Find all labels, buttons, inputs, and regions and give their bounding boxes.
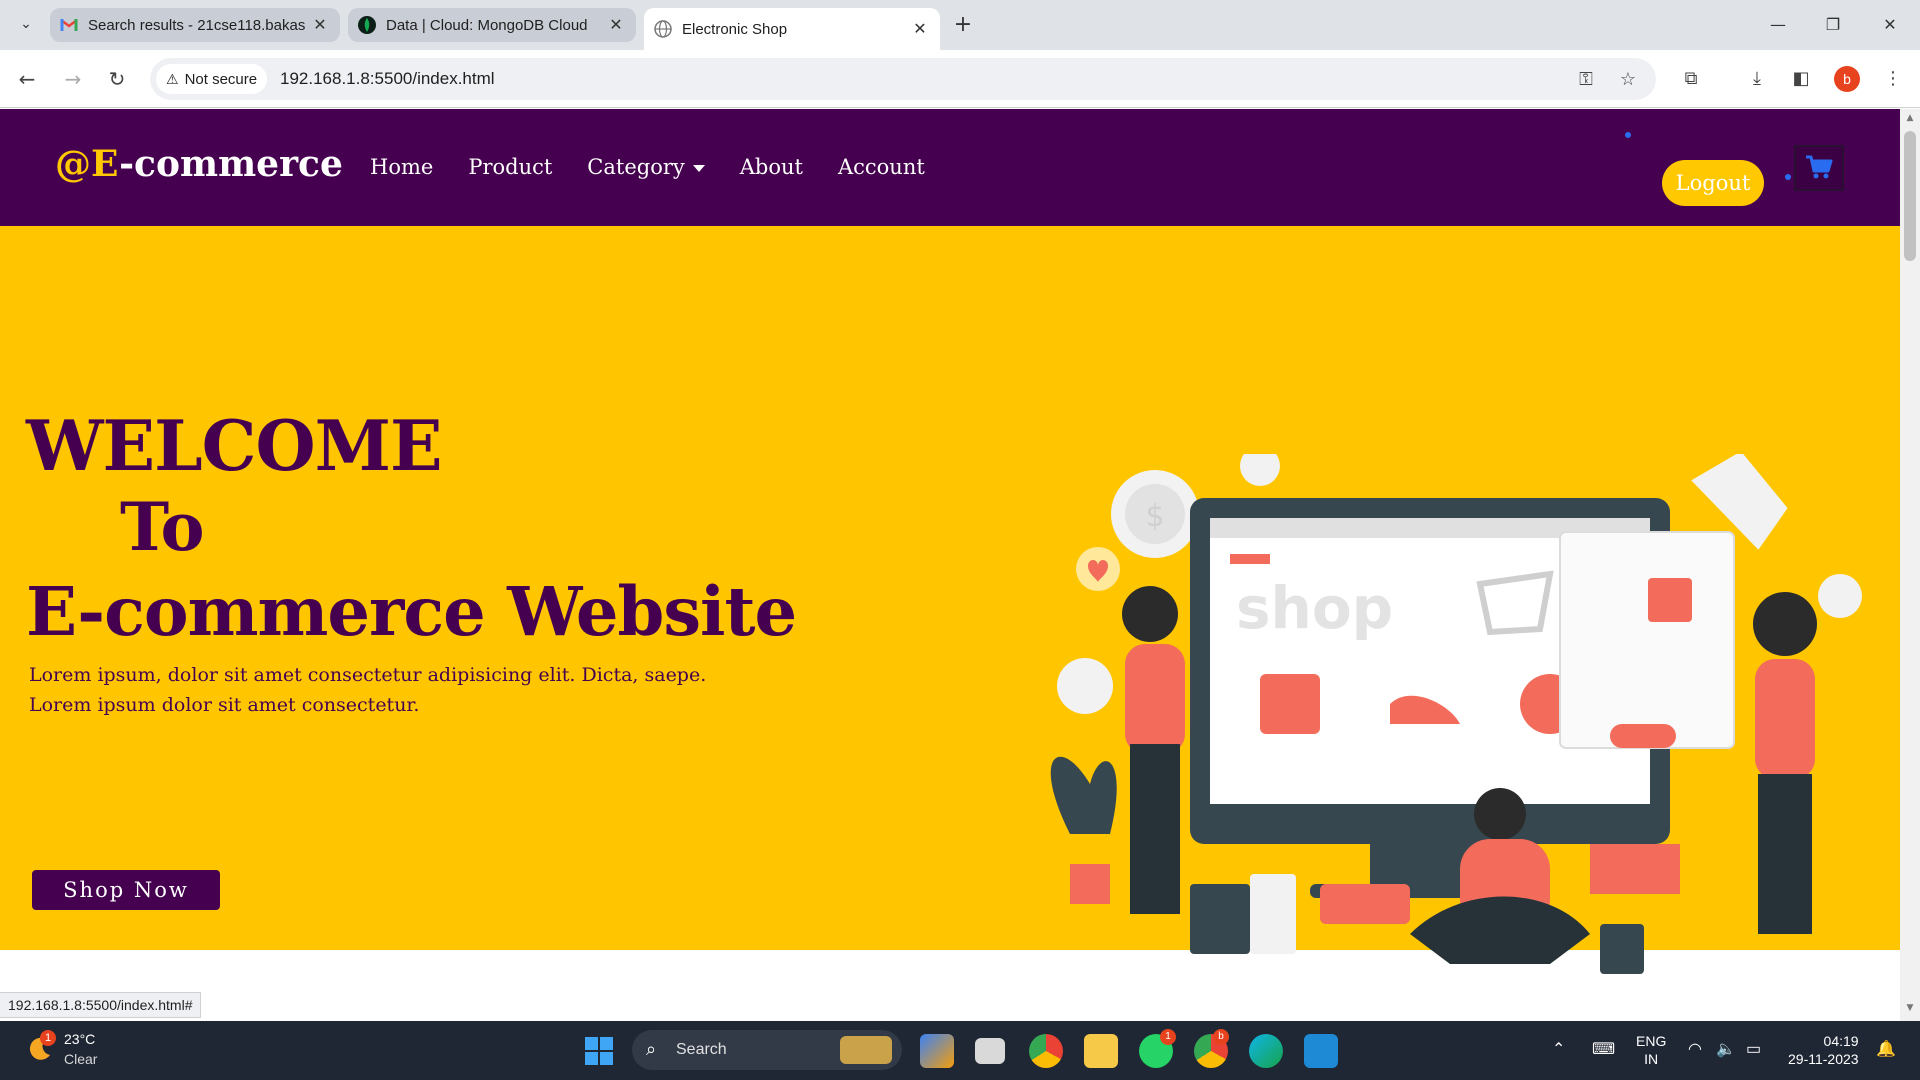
browser-toolbar: ← → ↻ ⚠ Not secure 192.168.1.8:5500/inde…	[0, 50, 1920, 108]
windows-start-icon[interactable]	[585, 1037, 613, 1065]
close-tab-icon[interactable]: ✕	[606, 15, 626, 35]
nav-about[interactable]: About	[740, 155, 803, 179]
security-label: Not secure	[184, 70, 258, 88]
download-icon[interactable]: ⤓	[1742, 64, 1772, 94]
mongodb-icon	[358, 16, 376, 34]
hero-text-line: Lorem ipsum, dolor sit amet consectetur …	[29, 664, 707, 686]
tab-gmail[interactable]: Search results - 21cse118.bakas ✕	[50, 8, 340, 42]
chrome-profile-badge: b	[1213, 1029, 1229, 1045]
scroll-thumb[interactable]	[1904, 131, 1916, 261]
search-highlight-icon	[840, 1036, 892, 1064]
profile-avatar[interactable]: b	[1834, 66, 1860, 92]
volume-icon[interactable]: 🔈	[1716, 1039, 1736, 1059]
reload-icon[interactable]: ↻	[102, 64, 132, 94]
temperature: 23°C	[64, 1031, 96, 1047]
office-app-icon[interactable]	[920, 1034, 954, 1068]
address-bar[interactable]: ⚠ Not secure 192.168.1.8:5500/index.html…	[150, 58, 1656, 100]
nav-category[interactable]: Category	[587, 155, 705, 179]
restore-icon[interactable]: ❐	[1813, 10, 1853, 40]
hero-section: WELCOME To E-commerce Website Lorem ipsu…	[0, 226, 1900, 974]
file-explorer-icon[interactable]	[1084, 1034, 1118, 1068]
keyboard-icon[interactable]: ⌨	[1592, 1039, 1615, 1059]
windows-taskbar: 1 23°C Clear ⌕ Search 1 b ⌃ ⌨ ENG IN ◠ 🔈…	[0, 1021, 1920, 1080]
globe-icon	[654, 20, 672, 38]
hero-heading-to: To	[120, 488, 205, 566]
scroll-up-icon[interactable]: ▲	[1904, 113, 1916, 125]
nav-account[interactable]: Account	[838, 155, 925, 179]
notification-bell-icon[interactable]: 🔔	[1876, 1039, 1896, 1059]
system-clock[interactable]: 04:19 29-11-2023	[1788, 1032, 1859, 1068]
task-view-icon[interactable]	[975, 1038, 1005, 1064]
scroll-down-icon[interactable]: ▼	[1904, 1003, 1916, 1015]
whatsapp-badge: 1	[1160, 1029, 1176, 1045]
bookmark-star-icon[interactable]: ☆	[1616, 68, 1640, 92]
taskbar-search[interactable]: ⌕ Search	[632, 1030, 902, 1070]
lang-line: ENG	[1636, 1033, 1667, 1049]
url-text[interactable]: 192.168.1.8:5500/index.html	[280, 69, 495, 89]
caret-down-icon	[692, 165, 705, 172]
site-navbar: @E-commerce Home Product Category About …	[0, 109, 1900, 226]
menu-kebab-icon[interactable]: ⋮	[1878, 64, 1908, 94]
illustration-shop-word: shop	[1236, 574, 1393, 642]
tab-search-dropdown-icon[interactable]: ⌄	[14, 12, 38, 36]
clock-time: 04:19	[1823, 1033, 1859, 1049]
cart-button[interactable]	[1794, 145, 1844, 191]
vscode-icon[interactable]	[1304, 1034, 1338, 1068]
taskbar-search-label: Search	[676, 1041, 727, 1058]
brand-suffix: -commerce	[119, 143, 343, 185]
password-key-icon[interactable]: ⚿	[1574, 68, 1598, 92]
warning-icon: ⚠	[166, 70, 179, 87]
edge-icon[interactable]	[1249, 1034, 1283, 1068]
logout-button[interactable]: Logout	[1662, 160, 1764, 206]
main-menu: Home Product Category About Account	[370, 155, 960, 179]
hero-heading-welcome: WELCOME	[26, 406, 443, 487]
decor-dot	[1785, 174, 1791, 180]
hero-description: Lorem ipsum, dolor sit amet consectetur …	[29, 660, 706, 720]
lang-line: IN	[1644, 1051, 1659, 1067]
close-tab-icon[interactable]: ✕	[910, 19, 930, 39]
wifi-icon[interactable]: ◠	[1688, 1039, 1702, 1059]
forward-icon[interactable]: →	[58, 64, 88, 94]
extensions-icon[interactable]: ⧉	[1676, 64, 1706, 94]
nav-home[interactable]: Home	[370, 155, 433, 179]
site-info-chip[interactable]: ⚠ Not secure	[156, 64, 268, 94]
chrome-icon[interactable]	[1029, 1034, 1063, 1068]
tab-title: Electronic Shop	[682, 20, 788, 38]
link-status-bubble: 192.168.1.8:5500/index.html#	[0, 992, 202, 1018]
side-panel-icon[interactable]: ◧	[1786, 64, 1816, 94]
weather-badge: 1	[40, 1030, 56, 1046]
battery-icon[interactable]: ▭	[1746, 1039, 1761, 1059]
tab-mongodb[interactable]: Data | Cloud: MongoDB Cloud ✕	[348, 8, 636, 42]
tab-electronic-shop[interactable]: Electronic Shop ✕	[644, 8, 940, 50]
page-scrollbar[interactable]: ▲ ▼	[1900, 109, 1920, 1021]
cart-icon	[1806, 155, 1833, 179]
shop-now-button[interactable]: Shop Now	[32, 870, 220, 910]
site-logo[interactable]: @E-commerce	[55, 143, 343, 185]
weather-condition: Clear	[64, 1051, 98, 1067]
minimize-icon[interactable]: —	[1758, 10, 1798, 40]
close-tab-icon[interactable]: ✕	[310, 15, 330, 35]
new-tab-icon[interactable]: +	[950, 12, 976, 38]
clock-date: 29-11-2023	[1788, 1051, 1859, 1067]
tray-overflow-icon[interactable]: ⌃	[1552, 1039, 1565, 1059]
search-icon: ⌕	[646, 1039, 657, 1059]
brand-prefix: @E	[55, 143, 120, 185]
close-window-icon[interactable]: ✕	[1870, 10, 1910, 40]
shopping-illustration: $ shop	[1050, 454, 1862, 974]
decor-dot	[1625, 132, 1631, 138]
gmail-icon	[60, 16, 78, 34]
tab-title: Data | Cloud: MongoDB Cloud	[386, 16, 588, 34]
svg-text:$: $	[1145, 499, 1164, 534]
hero-text-line: Lorem ipsum dolor sit amet consectetur.	[29, 694, 420, 716]
nav-product[interactable]: Product	[468, 155, 552, 179]
nav-category-label: Category	[587, 155, 685, 179]
back-icon[interactable]: ←	[12, 64, 42, 94]
hero-heading-site: E-commerce Website	[26, 572, 797, 651]
language-indicator[interactable]: ENG IN	[1636, 1032, 1666, 1068]
page-viewport: @E-commerce Home Product Category About …	[0, 109, 1900, 1021]
browser-tab-strip: ⌄ Search results - 21cse118.bakas ✕ Data…	[0, 0, 1920, 50]
tab-title: Search results - 21cse118.bakas	[88, 16, 306, 34]
